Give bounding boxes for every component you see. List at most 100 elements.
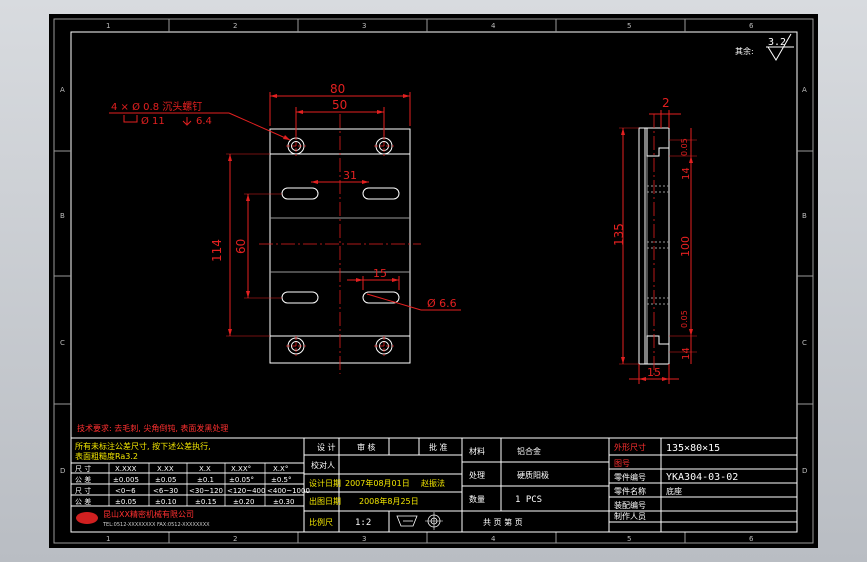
- dim-hole-vertical: 60: [234, 239, 248, 254]
- zone-row-d-right: D: [802, 467, 807, 475]
- zone-col-2-bottom: 2: [233, 535, 237, 543]
- dim-upper-small: 0.05: [680, 138, 689, 156]
- hole-note-dia: Ø 11: [141, 115, 165, 127]
- tolerance-note-2: 表面粗糙度Ra3.2: [75, 451, 138, 461]
- zone-col-3-bottom: 3: [362, 535, 366, 543]
- dim-lower-14: 14: [681, 347, 692, 360]
- zone-col-2: 2: [233, 22, 237, 30]
- tol-r2-c3: ±0.15: [195, 498, 216, 506]
- zone-row-a-right: A: [802, 86, 807, 94]
- tb-heat-label: 处理: [469, 470, 485, 480]
- tol-r1-c2: <6~30: [153, 487, 178, 495]
- tb-sheet: 共 页 第 页: [483, 517, 523, 527]
- tb-material-label: 材料: [469, 446, 485, 456]
- tol-r0-c4: ±0.05°: [229, 476, 254, 484]
- front-view[interactable]: 80 50 31 15 Ø 6.6 114 60 4 × Ø 0.8 沉头螺钉: [109, 82, 461, 374]
- tol-r2-c4: ±0.20: [233, 498, 254, 506]
- company-name: 昆山XX精密机械有限公司: [103, 509, 194, 519]
- depth-symbol-icon: [182, 117, 192, 126]
- tol-r2-c1: ±0.05: [115, 498, 136, 506]
- zone-col-6: 6: [749, 22, 754, 30]
- tol-r0-c5: ±0.5°: [271, 476, 292, 484]
- tol-r1-c0: 尺 寸: [75, 486, 91, 495]
- tol-header-3: X.X: [199, 465, 211, 473]
- tb-size-label: 外形尺寸: [614, 442, 646, 452]
- tb-design: 设 计: [317, 442, 336, 452]
- drawing-sheet[interactable]: 1 2 3 4 5 6 1 2 3 4 5 6 A B C D A B C D …: [49, 14, 818, 548]
- tol-r1-c3: <30~120: [189, 487, 223, 495]
- dim-slot-spacing: 31: [343, 169, 357, 182]
- tb-scale-label: 比例尺: [309, 517, 333, 527]
- tb-design-date: 2007年08月01日: [345, 478, 410, 488]
- tb-material: 铝合金: [517, 446, 541, 456]
- zone-col-1-bottom: 1: [106, 535, 110, 543]
- hole-note-depth: 6.4: [196, 116, 212, 127]
- dim-hole-spacing: 50: [332, 98, 347, 112]
- dim-overall-height: 114: [210, 239, 224, 262]
- projection-cone-icon: [396, 515, 418, 527]
- tb-designer: 赵振法: [421, 478, 445, 488]
- dim-overall-width: 80: [330, 82, 345, 96]
- tb-check: 校对人: [311, 460, 335, 470]
- company-contact: TEL:0512-XXXXXXXX FAX:0512-XXXXXXXX: [102, 522, 210, 528]
- tol-r2-c2: ±0.10: [155, 498, 176, 506]
- zone-col-5: 5: [627, 22, 631, 30]
- dim-total-height: 135: [612, 223, 626, 246]
- zone-col-1: 1: [106, 22, 110, 30]
- tol-r0-c1: ±0.005: [113, 476, 139, 484]
- tb-design-date-label: 设计日期: [309, 478, 341, 488]
- zone-row-b-right: B: [802, 212, 807, 220]
- dim-thickness: 15: [647, 366, 661, 379]
- title-block[interactable]: 所有未标注公差尺寸, 按下述公差执行, 表面粗糙度Ra3.2 尺 寸 X.XXX…: [70, 437, 798, 533]
- projection-circle-icon: [425, 512, 443, 530]
- counterbore-symbol-icon: [123, 115, 138, 123]
- zone-col-4-bottom: 4: [491, 535, 496, 543]
- tb-qty: 1 PCS: [515, 495, 542, 505]
- tol-r2-c0: 公 差: [75, 497, 91, 506]
- tb-part-name: 底座: [666, 486, 682, 496]
- tol-r0-c3: ±0.1: [197, 476, 214, 484]
- tol-r0-c2: ±0.05: [155, 476, 176, 484]
- dim-inner: 100: [679, 236, 692, 257]
- side-view[interactable]: 2 135 100 0.05 14 0.05 14 15: [612, 96, 697, 384]
- zone-row-c-right: C: [802, 339, 807, 347]
- tol-r0-c0: 公 差: [75, 475, 91, 484]
- hole-note-line1: 4 × Ø 0.8 沉头螺钉: [111, 100, 202, 113]
- dim-top: 2: [662, 96, 670, 110]
- tb-issue-date: 2008年8月25日: [359, 496, 419, 506]
- tb-scale: 1:2: [355, 518, 371, 528]
- tol-header-1: X.XXX: [115, 465, 137, 473]
- tech-requirements: 技术要求: 去毛刺, 尖角倒钝, 表面发黑处理: [77, 423, 228, 433]
- dim-slot-length: 15: [373, 267, 387, 280]
- tol-r1-c1: <0~6: [115, 487, 136, 495]
- zone-row-a: A: [60, 86, 65, 94]
- tb-qty-label: 数量: [469, 494, 485, 504]
- tb-part-no: YKA304-03-02: [666, 472, 738, 483]
- tb-size: 135×80×15: [666, 443, 720, 454]
- tb-issue-date-label: 出图日期: [309, 496, 341, 506]
- tol-r1-c4: <120~400: [227, 487, 265, 495]
- tb-part-no-label: 零件编号: [614, 472, 646, 482]
- tol-header-0: 尺 寸: [75, 464, 91, 473]
- tb-part-name-label: 零件名称: [614, 486, 646, 496]
- slot-diameter-note: Ø 6.6: [427, 297, 457, 310]
- tb-approve: 批 准: [429, 442, 448, 452]
- tb-heat: 硬质阳极: [517, 470, 549, 480]
- dim-lower-small: 0.05: [680, 310, 689, 328]
- zone-col-6-bottom: 6: [749, 535, 754, 543]
- cad-drawing: 1 2 3 4 5 6 1 2 3 4 5 6 A B C D A B C D …: [53, 18, 814, 544]
- tb-drafter-label: 制作人员: [614, 511, 646, 521]
- tb-drawing-no-label: 图号: [614, 459, 630, 468]
- zone-row-b: B: [60, 212, 65, 220]
- zone-col-5-bottom: 5: [627, 535, 631, 543]
- zone-col-4: 4: [491, 22, 496, 30]
- tb-review: 审 核: [357, 442, 376, 452]
- tol-header-4: X.XX°: [231, 465, 251, 473]
- tol-header-5: X.X°: [273, 465, 288, 473]
- tb-assembly-label: 装配编号: [614, 500, 646, 510]
- tol-r1-c5: <400~1000: [267, 487, 310, 495]
- tol-r2-c5: ±0.30: [273, 498, 294, 506]
- zone-row-d: D: [60, 467, 65, 475]
- dim-upper-14: 14: [681, 167, 692, 180]
- slot: [281, 187, 400, 304]
